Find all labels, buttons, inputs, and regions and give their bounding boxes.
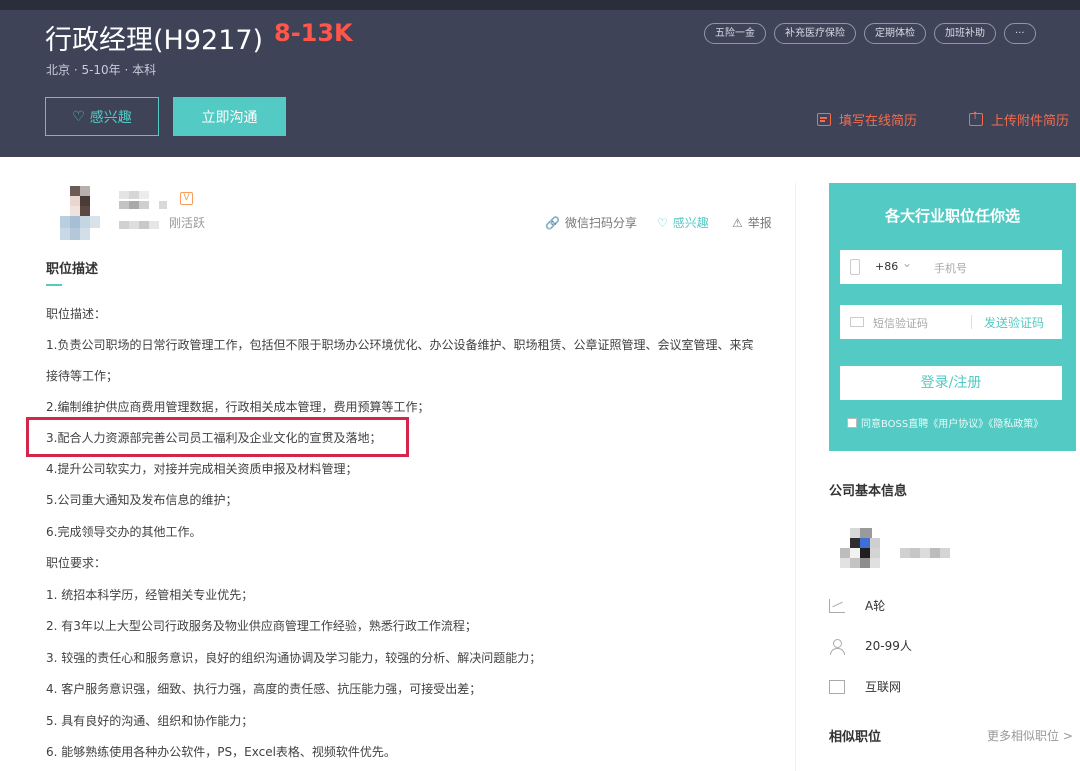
benefit-tag: 补充医疗保险 <box>774 23 856 44</box>
phone-icon <box>850 259 860 275</box>
description-line: 5.公司重大通知及发布信息的维护； <box>46 493 238 507</box>
wechat-share-label: 微信扫码分享 <box>564 216 637 230</box>
agreement-row: 同意BOSS直聘《用户协议》《隐私政策》 <box>847 415 1043 430</box>
report-action[interactable]: ⚠ 举报 <box>732 214 772 231</box>
grid-icon <box>829 679 845 694</box>
link-icon: 🔗 <box>545 215 560 230</box>
job-description-title: 职位描述 <box>46 262 99 277</box>
heart-icon: ♡ <box>657 215 668 230</box>
field-separator <box>971 315 972 329</box>
interest-action[interactable]: ♡ 感兴趣 <box>657 214 709 231</box>
country-code-select[interactable]: +86 <box>875 260 898 273</box>
login-register-button[interactable]: 登录/注册 <box>840 366 1062 400</box>
agreement-text[interactable]: 同意BOSS直聘《用户协议》《隐私政策》 <box>861 415 1043 430</box>
sms-code-field[interactable]: 短信验证码 发送验证码 <box>840 305 1062 339</box>
phone-input[interactable]: 手机号 <box>934 260 967 276</box>
benefit-tag: 定期体检 <box>864 23 926 44</box>
interest-button-label: 感兴趣 <box>89 109 132 126</box>
description-line: 5. 具有良好的沟通、组织和协作能力； <box>46 714 254 728</box>
highlight-annotation-box <box>26 417 409 457</box>
recruiter-avatar <box>60 186 100 240</box>
company-size: 20-99人 <box>865 639 912 653</box>
signup-title: 各大行业职位任你选 <box>884 207 1020 225</box>
heart-icon: ♡ <box>72 108 85 125</box>
description-line: 2.编制维护供应商费用管理数据，行政相关成本管理，费用预算等工作； <box>46 400 430 414</box>
recruiter-name-blurred <box>119 191 179 229</box>
description-line: 6.完成领导交办的其他工作。 <box>46 525 202 539</box>
interest-action-label: 感兴趣 <box>672 216 709 230</box>
description-line: 3. 较强的责任心和服务意识，良好的组织沟通协调及学习能力，较强的分析、解决问题… <box>46 651 542 665</box>
send-code-button[interactable]: 发送验证码 <box>984 314 1044 331</box>
description-line: 1. 统招本科学历，经管相关专业优先； <box>46 588 254 602</box>
phone-field[interactable]: +86 ⌄ 手机号 <box>840 250 1062 284</box>
job-meta: 北京 · 5-10年 · 本科 <box>46 63 157 77</box>
fill-online-resume-link[interactable]: 填写在线简历 <box>817 110 917 129</box>
more-tags-button[interactable]: ··· <box>1004 23 1036 44</box>
report-label: 举报 <box>747 216 772 230</box>
description-line: 4.提升公司软实力，对接并完成相关资质申报及材料管理； <box>46 462 358 476</box>
benefit-tag: 五险一金 <box>704 23 766 44</box>
chart-icon <box>829 598 845 613</box>
upload-icon <box>969 111 983 126</box>
company-size-row: 20-99人 <box>829 637 912 655</box>
chevron-down-icon[interactable]: ⌄ <box>902 256 912 270</box>
description-line: 4. 客户服务意识强，细致、执行力强，高度的责任感、抗压能力强，可接受出差； <box>46 682 482 696</box>
sms-code-input[interactable]: 短信验证码 <box>873 315 928 331</box>
column-divider <box>795 183 796 771</box>
company-industry: 互联网 <box>865 680 902 694</box>
interest-button[interactable]: ♡ 感兴趣 <box>45 97 159 136</box>
warning-icon: ⚠ <box>732 215 743 230</box>
similar-jobs-title: 相似职位 <box>829 730 882 745</box>
description-line: 接待等工作； <box>46 369 119 383</box>
company-stage: A轮 <box>865 599 886 613</box>
job-salary: 8-13K <box>274 19 353 47</box>
description-line: 1.负责公司职场的日常行政管理工作，包括但不限于职场办公环境优化、办公设备维护、… <box>46 338 754 352</box>
signup-panel: 各大行业职位任你选 +86 ⌄ 手机号 短信验证码 发送验证码 登录/注册 同意… <box>829 183 1076 451</box>
upload-resume-label: 上传附件简历 <box>991 114 1070 129</box>
company-info-title: 公司基本信息 <box>829 484 908 499</box>
browser-top-strip <box>0 0 1080 10</box>
upload-resume-link[interactable]: 上传附件简历 <box>969 110 1069 129</box>
description-line: 职位要求： <box>46 556 107 570</box>
company-name-blurred[interactable] <box>900 548 950 560</box>
wechat-share-action[interactable]: 🔗 微信扫码分享 <box>545 214 637 231</box>
verified-badge: V <box>180 192 193 205</box>
description-line: 6. 能够熟练使用各种办公软件，PS，Excel表格、视频软件优先。 <box>46 745 396 759</box>
description-line: 2. 有3年以上大型公司行政服务及物业供应商管理工作经验，熟悉行政工作流程； <box>46 619 477 633</box>
company-logo[interactable] <box>840 528 882 570</box>
description-line: 职位描述： <box>46 307 107 321</box>
user-icon <box>829 638 845 655</box>
fill-online-resume-label: 填写在线简历 <box>839 114 918 129</box>
more-similar-jobs-link[interactable]: 更多相似职位 > <box>987 727 1073 744</box>
benefit-tags: 五险一金 补充医疗保险 定期体检 加班补助 ··· <box>704 23 1036 44</box>
resume-doc-icon <box>817 113 831 126</box>
agreement-checkbox[interactable] <box>847 417 857 428</box>
section-underline <box>46 284 62 286</box>
company-stage-row: A轮 <box>829 597 885 614</box>
job-header: 行政经理(H9217) 8-13K 北京 · 5-10年 · 本科 五险一金 补… <box>0 0 1080 157</box>
recruiter-status: 刚活跃 <box>169 216 206 230</box>
message-icon <box>850 317 864 327</box>
job-title: 行政经理(H9217) <box>45 25 264 56</box>
chat-now-button[interactable]: 立即沟通 <box>173 97 286 136</box>
benefit-tag: 加班补助 <box>934 23 996 44</box>
company-industry-row: 互联网 <box>829 678 901 695</box>
